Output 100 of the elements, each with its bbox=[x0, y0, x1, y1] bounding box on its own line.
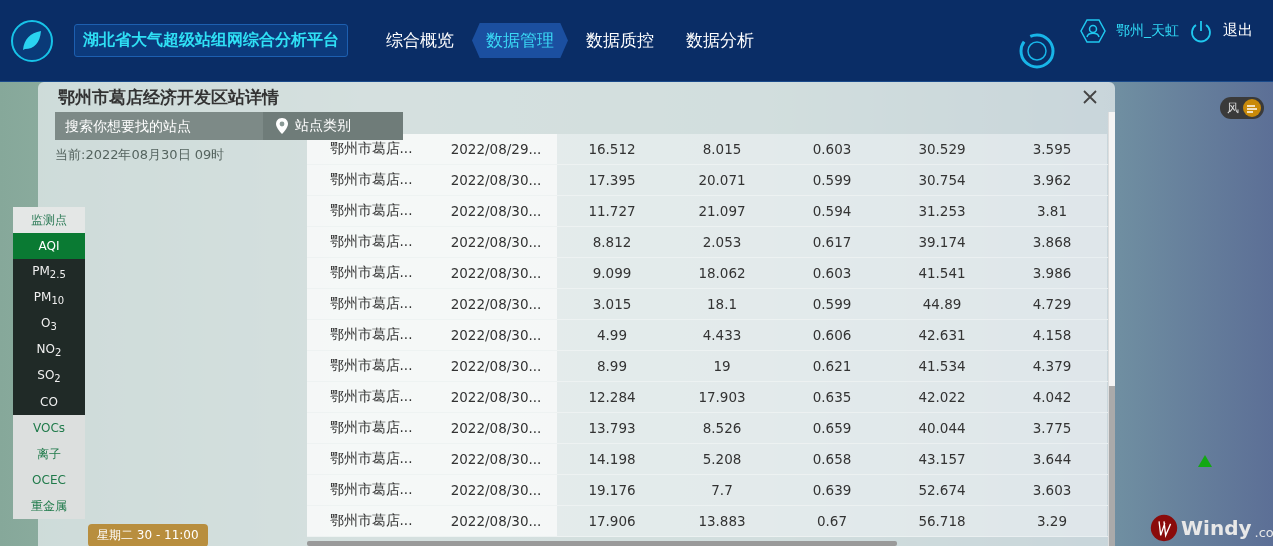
close-icon[interactable] bbox=[1081, 88, 1099, 106]
table-cell: 2022/08/30... bbox=[435, 351, 557, 381]
table-cell: 42.022 bbox=[887, 382, 997, 412]
user-name: 鄂州_天虹 bbox=[1116, 21, 1179, 40]
table-cell: 2022/08/30... bbox=[435, 289, 557, 319]
platform-title: 湖北省大气超级站组网综合分析平台 bbox=[74, 24, 348, 57]
pin-icon bbox=[275, 117, 289, 135]
table-cell: 40.044 bbox=[887, 413, 997, 443]
table-cell: 鄂州市葛店... bbox=[307, 258, 435, 288]
table-cell: 3.644 bbox=[997, 444, 1107, 474]
table-cell: 31.253 bbox=[887, 196, 997, 226]
table-cell: 30.529 bbox=[887, 134, 997, 164]
table-cell: 17.395 bbox=[557, 165, 667, 195]
table-cell: 30.754 bbox=[887, 165, 997, 195]
legend-item: 监测点 bbox=[13, 207, 85, 233]
wind-toggle[interactable]: 风 bbox=[1220, 97, 1264, 119]
triangle-marker-icon bbox=[1198, 455, 1212, 467]
table-cell: 4.379 bbox=[997, 351, 1107, 381]
nav-tab[interactable]: 数据分析 bbox=[672, 23, 768, 58]
legend-item[interactable]: PM$_{10}$ bbox=[13, 285, 85, 311]
table-cell: 3.603 bbox=[997, 475, 1107, 505]
legend-item[interactable]: 离子 bbox=[13, 441, 85, 467]
legend-item[interactable]: SO$_{2}$ bbox=[13, 363, 85, 389]
table-cell: 4.99 bbox=[557, 320, 667, 350]
table-cell: 2022/08/30... bbox=[435, 382, 557, 412]
logout-link[interactable]: 退出 bbox=[1223, 21, 1253, 40]
table-cell: 8.526 bbox=[667, 413, 777, 443]
table-cell: 19 bbox=[667, 351, 777, 381]
table-cell: 8.99 bbox=[557, 351, 667, 381]
table-cell: 18.062 bbox=[667, 258, 777, 288]
table-cell: 8.015 bbox=[667, 134, 777, 164]
table-cell: 39.174 bbox=[887, 227, 997, 257]
legend-item[interactable]: NO$_{2}$ bbox=[13, 337, 85, 363]
vertical-scrollbar[interactable] bbox=[1108, 112, 1115, 546]
legend-item[interactable]: O$_{3}$ bbox=[13, 311, 85, 337]
table-cell: 0.639 bbox=[777, 475, 887, 505]
table-cell: 鄂州市葛店... bbox=[307, 196, 435, 226]
horizontal-scrollbar[interactable] bbox=[307, 541, 897, 546]
leaf-logo-icon bbox=[10, 18, 54, 63]
nav-tab[interactable]: 数据质控 bbox=[572, 23, 668, 58]
station-category-button[interactable]: 站点类别 bbox=[263, 112, 403, 140]
user-icon[interactable] bbox=[1080, 18, 1106, 43]
table-cell: 41.541 bbox=[887, 258, 997, 288]
table-cell: 3.986 bbox=[997, 258, 1107, 288]
table-cell: 3.962 bbox=[997, 165, 1107, 195]
table-cell: 4.433 bbox=[667, 320, 777, 350]
table-cell: 21.097 bbox=[667, 196, 777, 226]
table-cell: 3.868 bbox=[997, 227, 1107, 257]
table-cell: 0.599 bbox=[777, 289, 887, 319]
table-cell: 鄂州市葛店... bbox=[307, 444, 435, 474]
table-cell: 3.81 bbox=[997, 196, 1107, 226]
search-field[interactable]: 搜索你想要找的站点 bbox=[55, 112, 263, 140]
table-cell: 2022/08/29... bbox=[435, 134, 557, 164]
windy-logo[interactable]: Windy.co bbox=[1150, 514, 1273, 542]
table-cell: 17.906 bbox=[557, 506, 667, 536]
table-cell: 4.158 bbox=[997, 320, 1107, 350]
table-cell: 2022/08/30... bbox=[435, 444, 557, 474]
table-cell: 3.595 bbox=[997, 134, 1107, 164]
table-cell: 13.883 bbox=[667, 506, 777, 536]
table-cell: 鄂州市葛店... bbox=[307, 227, 435, 257]
table-cell: 鄂州市葛店... bbox=[307, 382, 435, 412]
time-badge: 星期二 30 - 11:00 bbox=[88, 524, 208, 546]
table-cell: 2022/08/30... bbox=[435, 413, 557, 443]
table-cell: 2022/08/30... bbox=[435, 506, 557, 536]
table-cell: 8.812 bbox=[557, 227, 667, 257]
table-cell: 13.793 bbox=[557, 413, 667, 443]
legend-item[interactable]: PM$_{2.5}$ bbox=[13, 259, 85, 285]
legend-item[interactable]: VOCs bbox=[13, 415, 85, 441]
table-cell: 0.603 bbox=[777, 258, 887, 288]
table-cell: 11.727 bbox=[557, 196, 667, 226]
table-cell: 5.208 bbox=[667, 444, 777, 474]
legend-item[interactable]: AQI bbox=[13, 233, 85, 259]
table-cell: 3.015 bbox=[557, 289, 667, 319]
wind-icon bbox=[1243, 99, 1261, 117]
nav-tab[interactable]: 综合概览 bbox=[372, 23, 468, 58]
current-time: 当前:2022年08月30日 09时 bbox=[55, 146, 225, 164]
table-cell: 鄂州市葛店... bbox=[307, 289, 435, 319]
table-cell: 7.7 bbox=[667, 475, 777, 505]
table-cell: 0.67 bbox=[777, 506, 887, 536]
table-cell: 3.775 bbox=[997, 413, 1107, 443]
legend-item[interactable]: 重金属 bbox=[13, 493, 85, 519]
table-cell: 43.157 bbox=[887, 444, 997, 474]
table-cell: 0.617 bbox=[777, 227, 887, 257]
table-cell: 0.599 bbox=[777, 165, 887, 195]
power-icon[interactable] bbox=[1189, 18, 1213, 43]
table-cell: 4.729 bbox=[997, 289, 1107, 319]
ring-decoration-icon bbox=[1018, 31, 1056, 70]
nav-tab[interactable]: 数据管理 bbox=[472, 23, 568, 58]
legend-item[interactable]: OCEC bbox=[13, 467, 85, 493]
table-cell: 20.071 bbox=[667, 165, 777, 195]
table-cell: 2022/08/30... bbox=[435, 320, 557, 350]
table-cell: 16.512 bbox=[557, 134, 667, 164]
table-cell: 2.053 bbox=[667, 227, 777, 257]
legend-item[interactable]: CO bbox=[13, 389, 85, 415]
table-cell: 12.284 bbox=[557, 382, 667, 412]
table-cell: 2022/08/30... bbox=[435, 196, 557, 226]
table-cell: 52.674 bbox=[887, 475, 997, 505]
table-cell: 鄂州市葛店... bbox=[307, 506, 435, 536]
table-cell: 0.658 bbox=[777, 444, 887, 474]
table-cell: 14.198 bbox=[557, 444, 667, 474]
